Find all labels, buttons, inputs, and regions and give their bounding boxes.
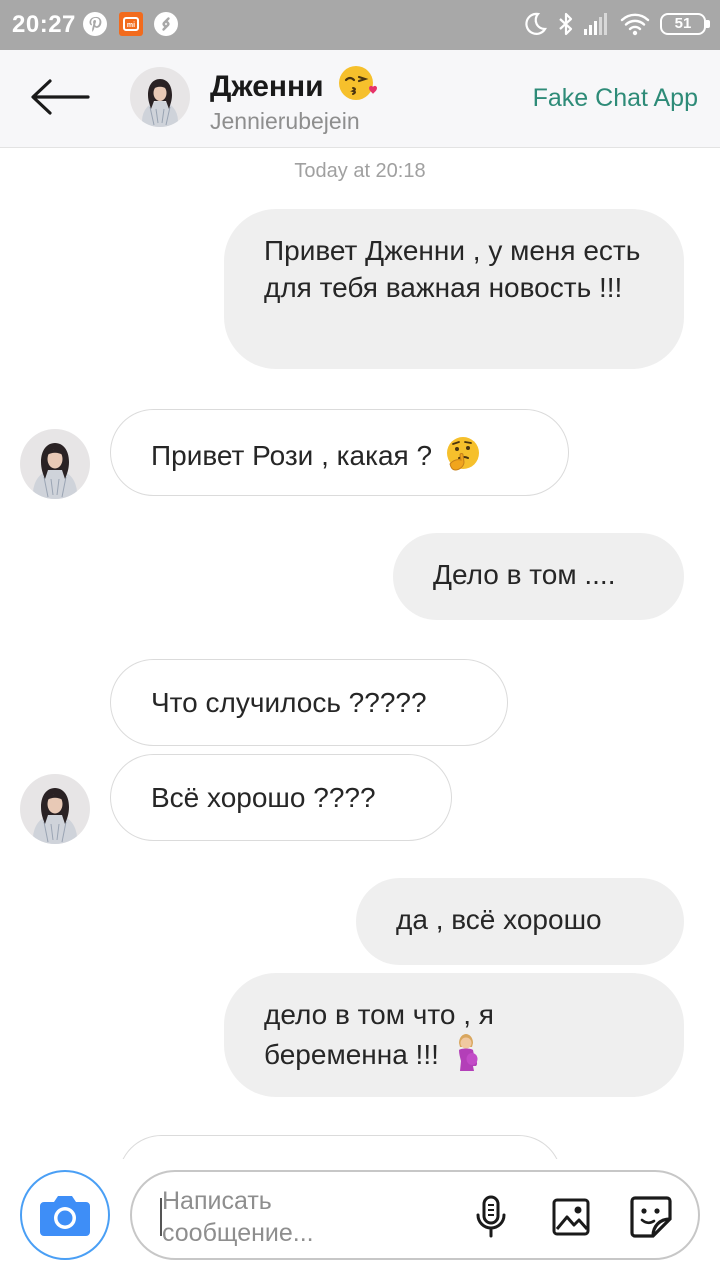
chat-timestamp: Today at 20:18 [294, 160, 426, 182]
contact-name-text: Дженни [210, 70, 324, 103]
microphone-icon [476, 1195, 506, 1238]
incoming-message-partial[interactable] [118, 1135, 562, 1159]
outgoing-message[interactable]: Дело в том .... [393, 533, 684, 620]
mi-app-icon: mi [119, 12, 143, 36]
camera-icon [40, 1196, 90, 1236]
app-label[interactable]: Fake Chat App [533, 84, 698, 113]
incoming-message[interactable]: Всё хорошо ???? [110, 754, 452, 841]
camera-button[interactable] [20, 1170, 110, 1260]
outgoing-message[interactable]: да , всё хорошо [356, 878, 684, 965]
outgoing-message[interactable]: Привет Дженни , у меня есть для тебя важ… [224, 209, 684, 369]
message-list[interactable]: Today at 20:18 Привет Дженни , у меня ес… [0, 149, 720, 1159]
status-time: 20:27 [12, 11, 76, 38]
moon-icon [525, 12, 547, 35]
message-input-placeholder: Написать сообщение... [162, 1187, 314, 1247]
contact-avatar[interactable] [130, 67, 190, 127]
incoming-avatar[interactable] [20, 774, 90, 844]
sticker-icon [630, 1196, 672, 1238]
voice-button[interactable] [466, 1192, 516, 1242]
message-text: Привет Рози , какая ? [151, 440, 433, 471]
contact-username: Jennierubejein [210, 108, 360, 134]
contact-name: Дженни [210, 64, 378, 104]
kiss-emoji-icon [338, 66, 377, 100]
shazam-icon [154, 12, 178, 36]
battery-level: 51 [674, 15, 692, 32]
camera-button-inner [28, 1178, 102, 1252]
gallery-button[interactable] [546, 1192, 596, 1242]
back-arrow-icon[interactable] [26, 76, 92, 118]
thinking-emoji-icon [446, 437, 479, 471]
battery-icon: 51 [660, 13, 706, 35]
composer-bar: Написать сообщение... [0, 1160, 720, 1280]
incoming-message[interactable]: Что случилось ????? [110, 659, 508, 746]
incoming-message[interactable]: Привет Рози , какая ? [110, 409, 569, 496]
message-text: Дело в том .... [433, 559, 616, 590]
bluetooth-icon [559, 12, 573, 36]
svg-text:mi: mi [127, 22, 135, 29]
message-text: Что случилось ????? [151, 687, 427, 718]
message-text: Всё хорошо ???? [151, 782, 376, 813]
battery-tip [706, 20, 710, 28]
pregnant-woman-emoji-icon [458, 1034, 478, 1071]
wifi-icon [620, 13, 650, 36]
chat-header: Дженни Jennierubejein Fake Chat App [0, 50, 720, 148]
sticker-button[interactable] [626, 1192, 676, 1242]
message-text: да , всё хорошо [396, 904, 602, 935]
pinterest-icon [83, 12, 107, 36]
incoming-avatar[interactable] [20, 429, 90, 499]
signal-icon [584, 13, 607, 35]
image-icon [552, 1198, 590, 1236]
message-text: Привет Дженни , у меня есть для тебя важ… [264, 235, 641, 303]
status-bar: 20:27 mi 51 [0, 0, 720, 50]
message-input[interactable]: Написать сообщение... [130, 1170, 700, 1260]
outgoing-message[interactable]: дело в том что , я беременна !!! [224, 973, 684, 1097]
